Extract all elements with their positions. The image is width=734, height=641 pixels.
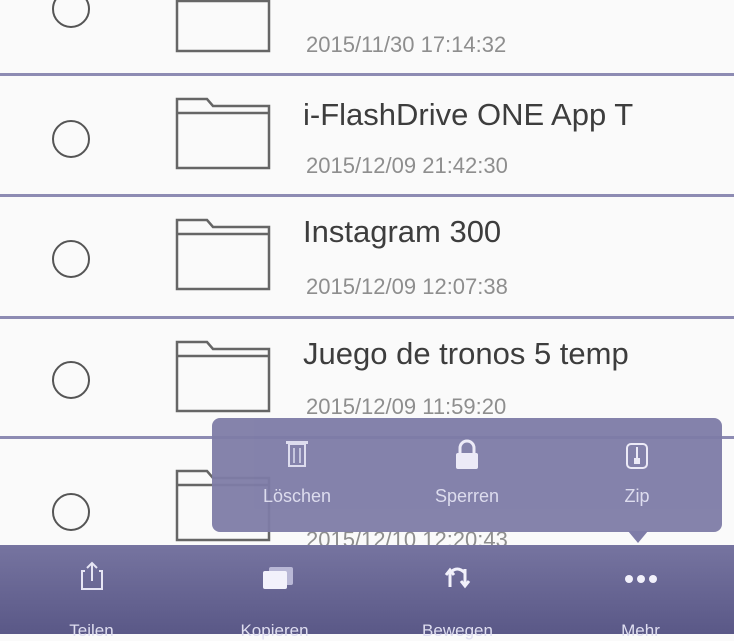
select-radio[interactable]	[52, 0, 90, 28]
zip-button[interactable]: Zip	[552, 418, 722, 532]
more-button[interactable]: Mehr	[549, 545, 732, 640]
file-date: 2015/12/09 12:07:38	[306, 274, 508, 299]
more-actions-popup: Löschen Sperren Zip	[212, 418, 722, 532]
zip-label: Zip	[624, 486, 650, 506]
folder-icon	[175, 0, 271, 53]
list-item[interactable]: Instagram 300 2015/12/09 12:07:38	[0, 197, 734, 317]
share-button[interactable]: Teilen	[0, 545, 183, 640]
select-radio[interactable]	[52, 493, 90, 531]
file-name: i-FlashDrive ONE App T	[303, 97, 634, 132]
copy-button[interactable]: Kopieren	[183, 545, 366, 640]
lock-label: Sperren	[434, 486, 500, 506]
file-name: Juego de tronos 5 temp	[303, 336, 629, 371]
copy-icon	[263, 567, 293, 589]
file-date: 2015/11/30 17:14:32	[306, 32, 507, 57]
select-radio[interactable]	[52, 120, 90, 158]
more-label: Mehr	[621, 621, 660, 640]
lock-icon	[456, 439, 478, 469]
list-item[interactable]: i-FlashDrive ONE App T 2015/12/09 21:42:…	[0, 76, 734, 196]
folder-icon	[175, 218, 271, 291]
delete-label: Löschen	[262, 486, 332, 506]
zip-icon	[626, 443, 648, 469]
popup-pointer	[628, 531, 648, 543]
move-button[interactable]: Bewegen	[366, 545, 549, 640]
more-icon	[625, 575, 657, 583]
file-date: 2015/12/09 11:59:20	[306, 394, 507, 419]
bottom-toolbar: Teilen Kopieren Bewegen Mehr	[0, 545, 734, 640]
folder-icon	[175, 97, 271, 170]
copy-label: Kopieren	[240, 621, 309, 640]
trash-icon	[286, 441, 308, 467]
select-radio[interactable]	[52, 361, 90, 399]
share-label: Teilen	[69, 621, 114, 640]
file-date: 2015/12/09 21:42:30	[306, 153, 508, 178]
lock-button[interactable]: Sperren	[382, 418, 552, 532]
folder-icon	[175, 340, 271, 413]
list-item[interactable]: 2015/11/30 17:14:32	[0, 0, 734, 74]
delete-button[interactable]: Löschen	[212, 418, 382, 532]
share-icon	[81, 561, 103, 590]
move-label: Bewegen	[422, 621, 493, 640]
select-radio[interactable]	[52, 240, 90, 278]
file-name: Instagram 300	[303, 214, 502, 249]
move-icon	[444, 567, 471, 589]
